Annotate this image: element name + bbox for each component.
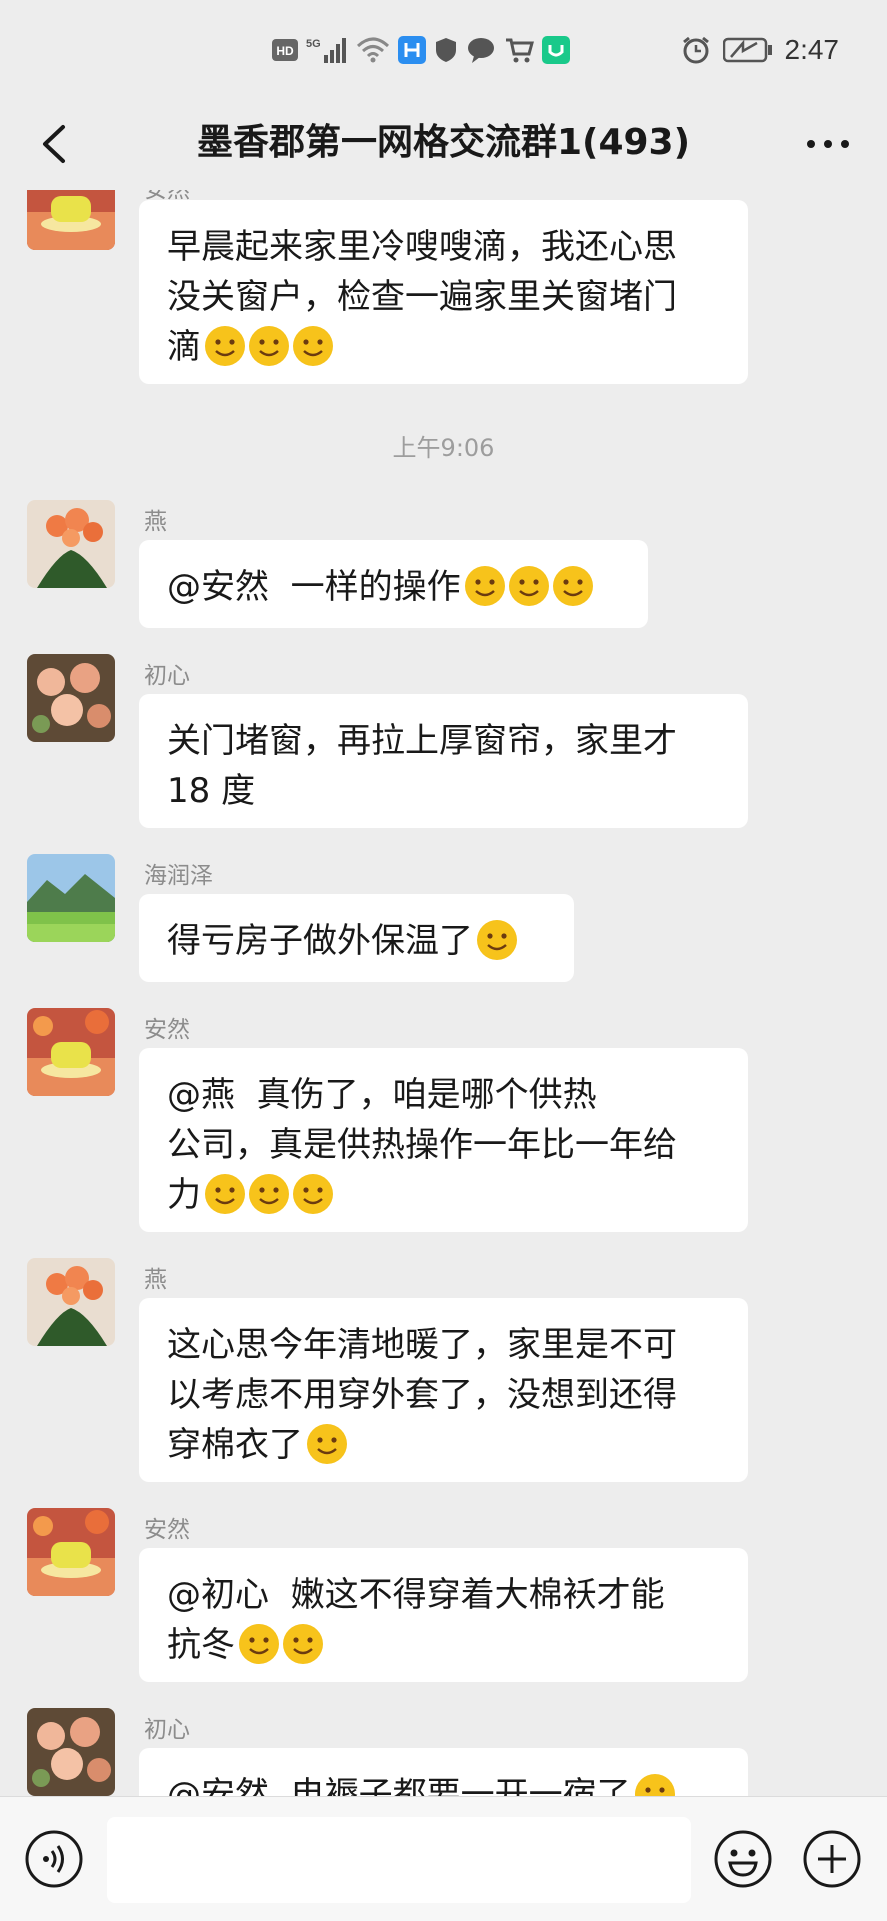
message-bubble[interactable]: 关门堵窗，再拉上厚窗帘，家里才 18 度 bbox=[139, 694, 748, 828]
svg-text:5G: 5G bbox=[306, 38, 321, 50]
message-text: @安然 电褥子都要一开一宿了 bbox=[167, 1775, 631, 1796]
message-bubble[interactable]: @燕 真伤了，咱是哪个供热 公司，真是供热操作一年比一年给 力 bbox=[139, 1048, 748, 1232]
timestamp: 上午9:06 bbox=[392, 434, 495, 462]
svg-text:HD: HD bbox=[276, 44, 294, 58]
message-text: 关门堵窗，再拉上厚窗帘，家里才 18 度 bbox=[167, 721, 677, 811]
status-time: 2:47 bbox=[784, 34, 840, 65]
crying-laughing-emoji-icon bbox=[508, 566, 549, 606]
sender-name: 初心 bbox=[144, 663, 190, 689]
smiley-icon bbox=[714, 1830, 772, 1888]
smiling-emoji-icon bbox=[307, 1424, 347, 1464]
message-bubble[interactable]: 这心思今年清地暖了，家里是不可 以考虑不用穿外套了，没想到还得 穿棉衣了 bbox=[139, 1298, 748, 1482]
cart-icon bbox=[504, 36, 534, 64]
voice-icon bbox=[25, 1830, 83, 1888]
mi-icon bbox=[542, 36, 570, 64]
message-bubble[interactable]: @安然 电褥子都要一开一宿了 bbox=[139, 1748, 748, 1796]
title-bar: 墨香郡第一网格交流群1(493) bbox=[0, 100, 887, 190]
chat-title: 墨香郡第一网格交流群1(493) bbox=[196, 122, 691, 163]
status-bar: HD 5G 2:47 bbox=[0, 0, 887, 100]
emoji-button[interactable] bbox=[713, 1829, 773, 1889]
message-bubble[interactable]: 得亏房子做外保温了 bbox=[139, 894, 574, 982]
battery-icon bbox=[722, 37, 773, 63]
app-icon bbox=[398, 36, 426, 64]
message-text: 这心思今年清地暖了，家里是不可 以考虑不用穿外套了，没想到还得 穿棉衣了 bbox=[167, 1325, 677, 1465]
wifi-icon bbox=[356, 36, 390, 64]
hd-icon: HD bbox=[272, 38, 298, 62]
sender-name: 燕 bbox=[144, 509, 167, 535]
sender-name: 燕 bbox=[144, 1267, 167, 1293]
message-input[interactable] bbox=[107, 1817, 691, 1903]
avatar-flower-orange[interactable] bbox=[27, 500, 115, 588]
alarm-icon bbox=[681, 35, 711, 65]
status-right: 2:47 bbox=[681, 32, 840, 68]
chat-icon bbox=[466, 36, 496, 64]
avatar-teacup[interactable] bbox=[27, 1508, 115, 1596]
sender-name: 安然 bbox=[144, 1517, 190, 1543]
input-bar bbox=[0, 1796, 887, 1921]
crying-laughing-emoji-icon bbox=[249, 326, 289, 366]
crying-laughing-emoji-icon bbox=[634, 1774, 675, 1796]
avatar-flower-pink[interactable] bbox=[27, 1708, 115, 1796]
relieved-emoji-icon bbox=[249, 1174, 289, 1214]
crying-emoji-icon bbox=[283, 1624, 323, 1664]
avatar-landscape[interactable] bbox=[27, 854, 115, 942]
signal-5g-icon: 5G bbox=[306, 35, 348, 65]
relieved-emoji-icon bbox=[293, 1174, 333, 1214]
message-bubble[interactable]: @初心 嫩这不得穿着大棉袄才能 抗冬 bbox=[139, 1548, 748, 1682]
sender-name: 海润泽 bbox=[144, 863, 213, 889]
sender-name: 初心 bbox=[144, 1717, 190, 1743]
crying-laughing-emoji-icon bbox=[293, 326, 333, 366]
avatar-flower-pink[interactable] bbox=[27, 654, 115, 742]
crying-laughing-emoji-icon bbox=[552, 566, 593, 606]
sender-name: 安然 bbox=[144, 1017, 190, 1043]
message-bubble[interactable]: 早晨起来家里冷嗖嗖滴，我还心思 没关窗户，检查一遍家里关窗堵门 滴 bbox=[139, 200, 748, 384]
message-list[interactable]: 安然 早晨起来家里冷嗖嗖滴，我还心思 没关窗户，检查一遍家里关窗堵门 滴 上午9… bbox=[0, 190, 887, 1796]
more-icon bbox=[807, 140, 849, 148]
more-button[interactable] bbox=[793, 114, 863, 174]
grinning-emoji-icon bbox=[477, 920, 517, 960]
status-icons: HD 5G bbox=[272, 32, 570, 68]
message-text: 得亏房子做外保温了 bbox=[167, 921, 473, 961]
shield-icon bbox=[434, 36, 458, 64]
voice-button[interactable] bbox=[24, 1829, 84, 1889]
more-functions-button[interactable] bbox=[802, 1829, 862, 1889]
avatar-flower-orange[interactable] bbox=[27, 1258, 115, 1346]
relieved-emoji-icon bbox=[205, 1174, 245, 1214]
message-text: @安然 一样的操作 bbox=[167, 567, 461, 607]
plus-icon bbox=[803, 1830, 861, 1888]
avatar-teacup[interactable] bbox=[27, 1008, 115, 1096]
crying-emoji-icon bbox=[239, 1624, 279, 1664]
message-bubble[interactable]: @安然 一样的操作 bbox=[139, 540, 648, 628]
avatar-teacup[interactable] bbox=[27, 190, 115, 250]
crying-laughing-emoji-icon bbox=[205, 326, 245, 366]
crying-laughing-emoji-icon bbox=[464, 566, 505, 606]
